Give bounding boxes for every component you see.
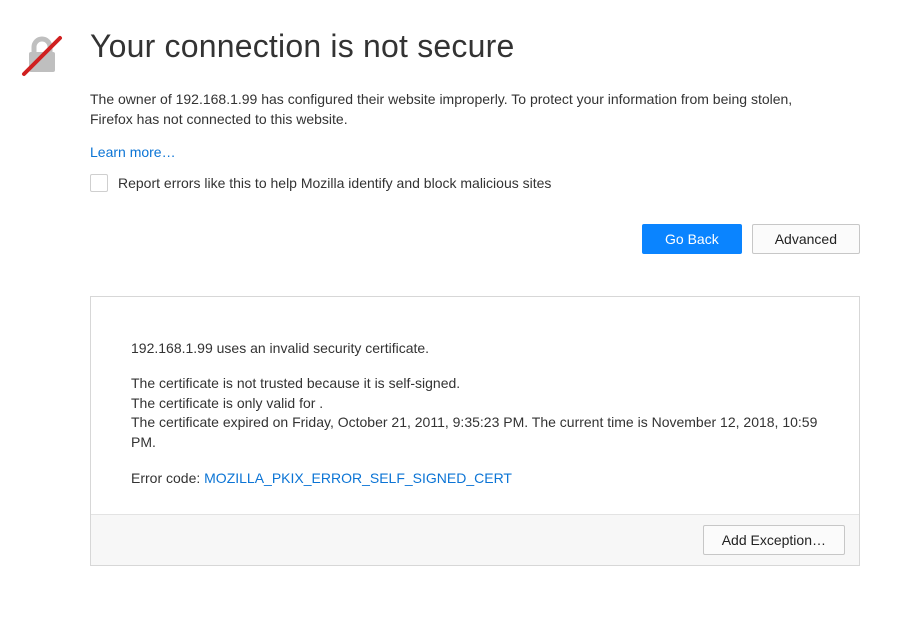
report-errors-checkbox[interactable] <box>90 174 108 192</box>
error-code-label: Error code: <box>131 470 204 486</box>
learn-more-link[interactable]: Learn more… <box>90 144 176 160</box>
report-errors-label: Report errors like this to help Mozilla … <box>118 175 551 191</box>
cert-detail-line: The certificate expired on Friday, Octob… <box>131 413 819 452</box>
certificate-details-footer: Add Exception… <box>91 514 859 565</box>
go-back-button[interactable]: Go Back <box>642 224 742 254</box>
add-exception-button[interactable]: Add Exception… <box>703 525 845 555</box>
cert-detail-line: The certificate is only valid for . <box>131 394 819 414</box>
error-code-line: Error code: MOZILLA_PKIX_ERROR_SELF_SIGN… <box>131 469 819 489</box>
report-errors-row: Report errors like this to help Mozilla … <box>90 174 860 192</box>
insecure-lock-icon <box>18 32 66 80</box>
page-title: Your connection is not secure <box>90 28 860 65</box>
cert-detail-line: The certificate is not trusted because i… <box>131 374 819 394</box>
certificate-details-text: 192.168.1.99 uses an invalid security ce… <box>91 297 859 515</box>
certificate-details-panel: 192.168.1.99 uses an invalid security ce… <box>90 296 860 567</box>
error-code-link[interactable]: MOZILLA_PKIX_ERROR_SELF_SIGNED_CERT <box>204 470 512 486</box>
error-page: Your connection is not secure The owner … <box>0 0 900 566</box>
cert-detail-line: 192.168.1.99 uses an invalid security ce… <box>131 339 819 359</box>
primary-button-row: Go Back Advanced <box>90 224 860 254</box>
advanced-button[interactable]: Advanced <box>752 224 860 254</box>
warning-description: The owner of 192.168.1.99 has configured… <box>90 89 830 130</box>
